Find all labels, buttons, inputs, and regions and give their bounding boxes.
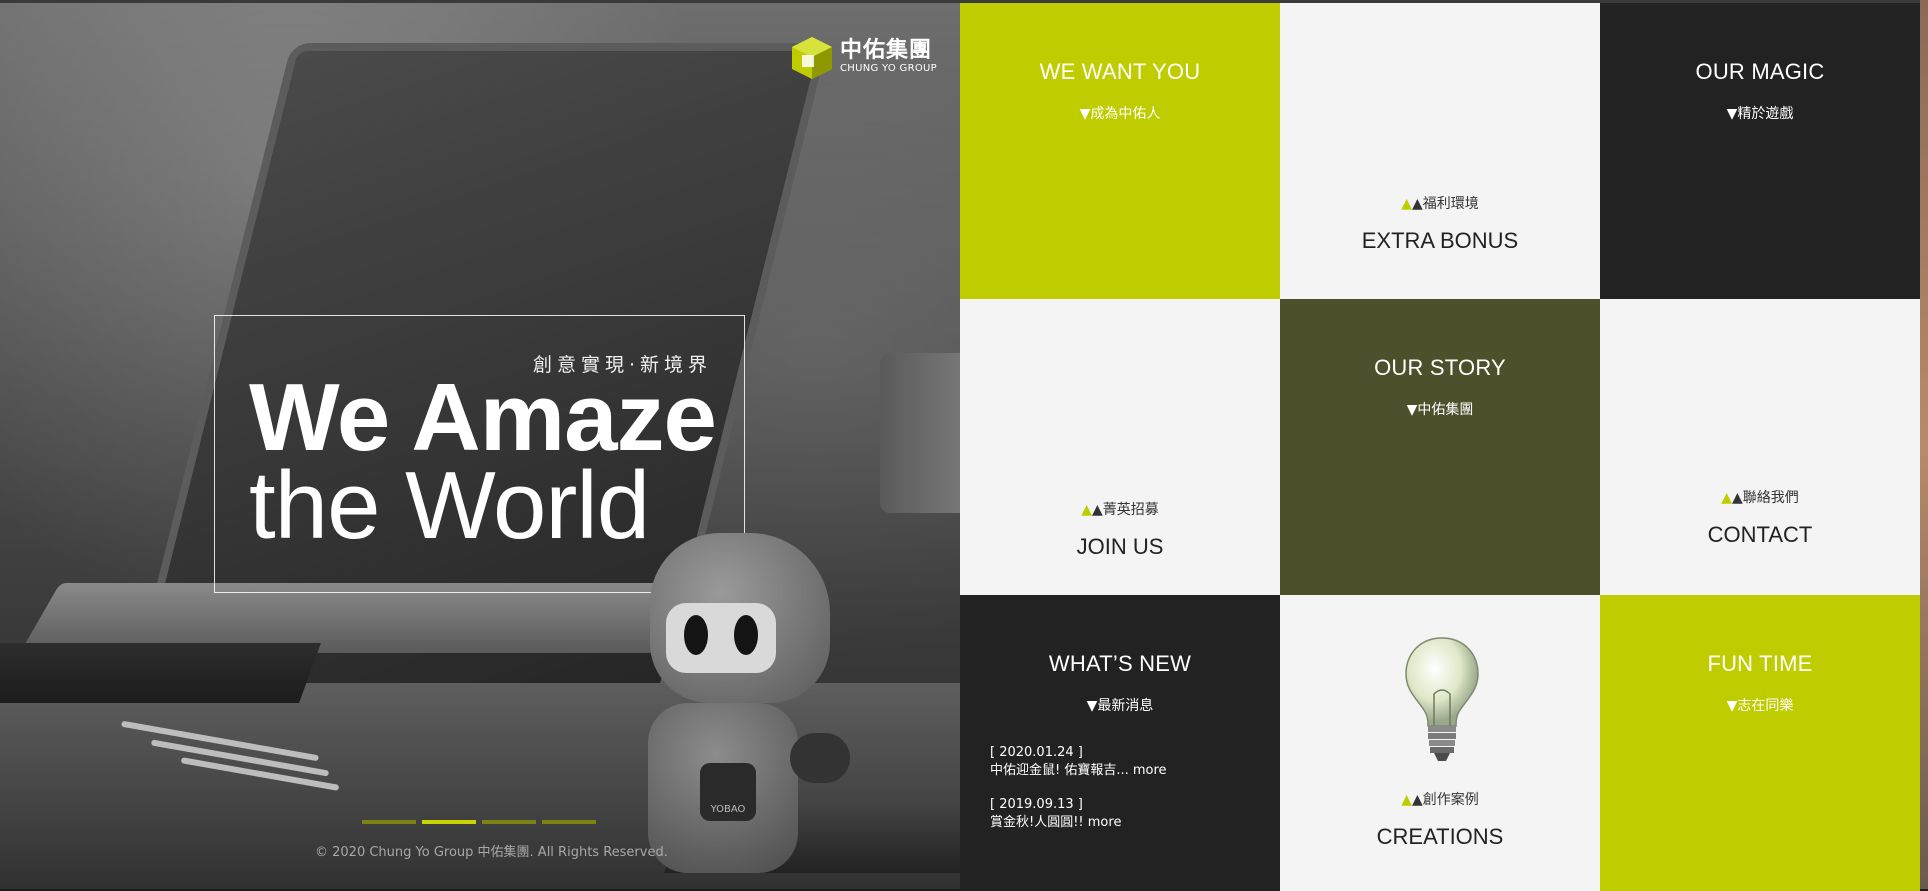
tile-subtitle: ▼精於遊戲 xyxy=(1726,106,1794,122)
tile-title: CREATIONS xyxy=(1376,824,1504,849)
notebook-photo xyxy=(0,643,321,703)
tile-subtitle-text: ▲創作案例 xyxy=(1412,792,1479,808)
mascot-illustration: YOBAO xyxy=(600,533,860,889)
hero-banner: 創意實現·新境界 We Amaze the World YOBAO © 2020… xyxy=(0,3,960,889)
mascot-badge: YOBAO xyxy=(700,763,756,821)
tile-title: OUR STORY xyxy=(1374,355,1506,380)
news-date: [ 2019.09.13 ] xyxy=(990,797,1083,812)
news-date: [ 2020.01.24 ] xyxy=(990,745,1083,760)
tile-title: OUR MAGIC xyxy=(1695,59,1825,84)
mascot-arm xyxy=(790,733,850,783)
tile-subtitle-text: ▲菁英招募 xyxy=(1092,502,1159,518)
tile-subtitle[interactable]: ▼最新消息 xyxy=(960,695,1280,715)
tile-subtitle: ▼中佑集團 xyxy=(1406,402,1474,418)
mascot-visor xyxy=(666,603,776,673)
slider-dot-3[interactable] xyxy=(482,820,536,824)
background-edge xyxy=(1920,0,1928,889)
triangle-up-icon: ▲ xyxy=(1401,196,1412,212)
tile-subtitle: ▲▲創作案例 xyxy=(1280,789,1600,809)
triangle-up-icon: ▲ xyxy=(1081,502,1092,518)
tagline-heading: We Amaze the World xyxy=(249,364,717,554)
mascot-badge-label: YOBAO xyxy=(710,804,746,815)
news-headline: 中佑迎金鼠! 佑寶報吉... more xyxy=(990,763,1167,778)
logo-english-name: CHUNG YO GROUP xyxy=(840,63,937,74)
tile-subtitle: ▲▲聯絡我們 xyxy=(1600,487,1920,507)
tile-subtitle-text: ▲聯絡我們 xyxy=(1732,490,1799,506)
copyright-text: © 2020 Chung Yo Group 中佑集團. All Rights R… xyxy=(315,845,668,860)
mascot-eye xyxy=(734,615,758,655)
triangle-up-icon: ▲ xyxy=(1401,792,1412,808)
news-link[interactable]: [ 2020.01.24 ] 中佑迎金鼠! 佑寶報吉... more xyxy=(990,744,1167,780)
tile-title[interactable]: WHAT’S NEW xyxy=(960,651,1280,677)
tile-our-magic[interactable]: OUR MAGIC ▼精於遊戲 xyxy=(1600,3,1920,299)
tagline-line-1: We Amaze xyxy=(249,364,717,471)
tile-title: JOIN US xyxy=(1076,534,1164,559)
news-item: [ 2019.09.13 ] 賞金秋!人圓圓!! more xyxy=(990,796,1167,832)
tile-extra-bonus[interactable]: ▲▲福利環境 EXTRA BONUS xyxy=(1280,3,1600,299)
chung-yo-logo-icon xyxy=(792,37,832,79)
tile-subtitle-text: ▲福利環境 xyxy=(1412,196,1479,212)
tile-title: CONTACT xyxy=(1707,522,1813,547)
news-headline: 賞金秋!人圓圓!! more xyxy=(990,815,1122,830)
slider-dot-2[interactable] xyxy=(422,820,476,824)
tile-we-want-you[interactable]: WE WANT YOU ▼成為中佑人 xyxy=(960,3,1280,299)
tile-fun-time[interactable]: FUN TIME ▼志在同樂 xyxy=(1600,595,1920,891)
tile-subtitle: ▲▲菁英招募 xyxy=(960,499,1280,519)
tile-subtitle: ▲▲福利環境 xyxy=(1280,193,1600,213)
tile-join-us[interactable]: ▲▲菁英招募 JOIN US xyxy=(960,299,1280,595)
slider-dot-4[interactable] xyxy=(542,820,596,824)
cup-photo xyxy=(880,353,960,513)
tile-our-story[interactable]: OUR STORY ▼中佑集團 xyxy=(1280,299,1600,595)
triangle-up-icon: ▲ xyxy=(1721,490,1732,506)
logo-link[interactable]: 中佑集團 CHUNG YO GROUP xyxy=(788,31,937,83)
tile-title: FUN TIME xyxy=(1707,651,1813,676)
news-link[interactable]: [ 2019.09.13 ] 賞金秋!人圓圓!! more xyxy=(990,796,1167,832)
news-item: [ 2020.01.24 ] 中佑迎金鼠! 佑寶報吉... more xyxy=(990,744,1167,780)
tile-subtitle: ▼成為中佑人 xyxy=(1079,106,1161,122)
logo-chinese-name: 中佑集團 xyxy=(840,38,933,63)
slider-pagination xyxy=(362,809,602,828)
mascot-eye xyxy=(684,615,708,655)
logo-text: 中佑集團 CHUNG YO GROUP xyxy=(840,39,937,75)
news-list: [ 2020.01.24 ] 中佑迎金鼠! 佑寶報吉... more [ 201… xyxy=(990,744,1167,848)
light-bulb-icon xyxy=(1405,637,1479,761)
tile-subtitle: ▼志在同樂 xyxy=(1726,698,1794,714)
tile-title: WE WANT YOU xyxy=(1039,59,1201,84)
slider-dot-1[interactable] xyxy=(362,820,416,824)
tile-title: EXTRA BONUS xyxy=(1361,228,1519,253)
tile-contact[interactable]: ▲▲聯絡我們 CONTACT xyxy=(1600,299,1920,595)
